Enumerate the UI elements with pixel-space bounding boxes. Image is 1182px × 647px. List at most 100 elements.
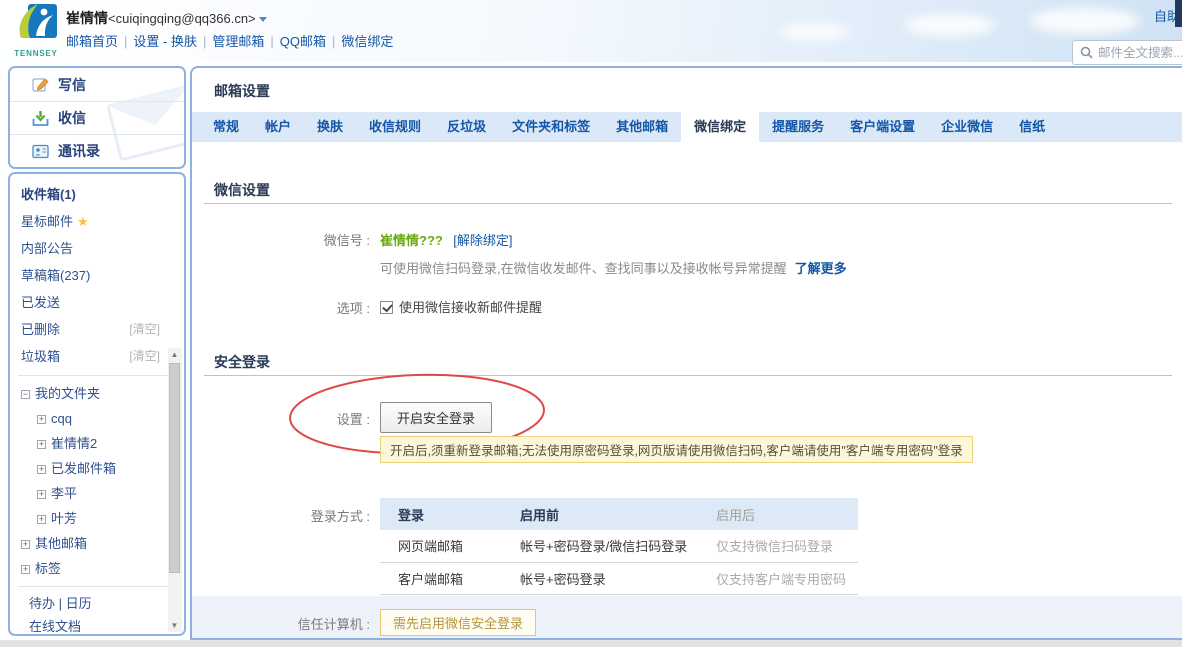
table-row: 客户端邮箱 帐号+密码登录 仅支持客户端专用密码 [380,562,858,594]
options-label: 选项 : [192,298,370,317]
expand-icon[interactable] [37,440,46,449]
nav-link-wechat-bind[interactable]: 微信绑定 [341,34,393,49]
settings-main-panel: 邮箱设置 常规 帐户 换肤 收信规则 反垃圾 文件夹和标签 其他邮箱 微信绑定 … [190,66,1182,640]
tab-folders-tags[interactable]: 文件夹和标签 [499,112,603,142]
receive-label: 收信 [58,108,86,128]
wechat-description: 可使用微信扫码登录,在微信收发邮件、查找同事以及接收帐号异常提醒 [380,261,787,276]
wechat-section-title: 微信设置 [214,180,270,200]
receive-mail-button[interactable]: 收信 [10,101,184,134]
contacts-label: 通讯录 [58,141,100,161]
trusted-computer-notice: 需先启用微信安全登录 [380,609,536,636]
app-todo-calendar[interactable]: 待办 | 日历 [10,592,184,615]
nav-link-settings-skin[interactable]: 设置 - 换肤 [133,34,197,49]
tab-skin[interactable]: 换肤 [304,112,356,142]
cloud-decoration [1030,8,1140,34]
tab-mail-rules[interactable]: 收信规则 [356,112,434,142]
tab-stationery[interactable]: 信纸 [1006,112,1058,142]
contacts-icon [32,143,49,160]
expand-icon[interactable] [37,415,46,424]
header-nav: 邮箱首页|设置 - 换肤|管理邮箱|QQ邮箱|微信绑定 [66,31,393,50]
search-input[interactable] [1098,46,1182,60]
tree-tags[interactable]: 标签 [10,556,184,581]
expand-icon[interactable] [21,540,30,549]
tree-my-folders[interactable]: 我的文件夹 [10,381,184,406]
receive-icon [32,110,49,127]
folder-drafts[interactable]: 草稿箱(237) [10,262,184,289]
contacts-button[interactable]: 通讯录 [10,134,184,167]
star-icon: ★ [77,214,89,229]
table-header-row: 登录 启用前 启用后 [380,498,858,530]
tree-folder-sent-box[interactable]: 已发邮件箱 [10,456,184,481]
sidebar-scrollbar[interactable]: ▲ ▼ [168,348,182,632]
enable-secure-login-button[interactable]: 开启安全登录 [380,402,492,433]
setting-label: 设置 : [192,409,370,428]
tab-enterprise-wechat[interactable]: 企业微信 [928,112,1006,142]
tab-client-settings[interactable]: 客户端设置 [837,112,928,142]
corner-panel-edge [1175,0,1182,27]
folder-deleted[interactable]: 已删除[清空] [10,316,184,343]
expand-icon[interactable] [37,515,46,524]
cloud-decoration [905,14,995,36]
nav-link-qq-mail[interactable]: QQ邮箱 [280,34,326,49]
compose-label: 写信 [58,75,86,95]
wechat-notify-checkbox[interactable] [380,301,393,314]
window-bottom-edge [0,640,1182,647]
expand-icon[interactable] [21,565,30,574]
mail-search-box[interactable] [1072,40,1182,65]
learn-more-link[interactable]: 了解更多 [795,261,847,276]
compose-mail-button[interactable]: 写信 [10,68,184,101]
wechat-id-value: 崔情情??? [380,233,443,248]
header-after-enable: 启用后 [698,498,858,530]
expand-icon[interactable] [37,490,46,499]
folder-list: 收件箱(1) 星标邮件★ 内部公告 草稿箱(237) 已发送 已删除[清空] 垃… [10,174,184,370]
top-header: TENNSEY 崔情情<cuiqingqing@qq366.cn> 邮箱首页|设… [0,0,1182,62]
nav-link-manage-mailbox[interactable]: 管理邮箱 [212,34,264,49]
sidebar-folders-panel: 收件箱(1) 星标邮件★ 内部公告 草稿箱(237) 已发送 已删除[清空] 垃… [8,172,186,636]
app-links: 待办 | 日历 在线文档 记事本 企业网盘 [10,592,184,636]
header-before-enable: 启用前 [502,498,698,530]
tree-folder-cqq[interactable]: cqq [10,406,184,431]
folder-tree: 我的文件夹 cqq 崔情情2 已发邮件箱 李平 叶芳 其他邮箱 标签 [10,381,184,581]
empty-junk-link[interactable]: [清空] [129,343,160,370]
cloud-decoration [780,24,850,40]
trusted-computer-label: 信任计算机 : [192,614,370,633]
tab-wechat-bind[interactable]: 微信绑定 [681,112,759,142]
collapse-icon[interactable] [21,390,30,399]
user-account-menu[interactable]: 崔情情<cuiqingqing@qq366.cn> [66,8,267,28]
expand-icon[interactable] [37,465,46,474]
table-row: 网页端邮箱 帐号+密码登录/微信扫码登录 仅支持微信扫码登录 [380,530,858,562]
settings-tabbar: 常规 帐户 换肤 收信规则 反垃圾 文件夹和标签 其他邮箱 微信绑定 提醒服务 … [192,112,1182,142]
scroll-thumb[interactable] [169,363,180,573]
section-divider [204,375,1172,376]
tab-antispam[interactable]: 反垃圾 [434,112,499,142]
tab-general[interactable]: 常规 [200,112,252,142]
tab-reminder-service[interactable]: 提醒服务 [759,112,837,142]
security-section-title: 安全登录 [214,352,270,372]
tree-other-mailboxes[interactable]: 其他邮箱 [10,531,184,556]
empty-deleted-link[interactable]: [清空] [129,316,160,343]
tab-account[interactable]: 帐户 [252,112,304,142]
company-logo: TENNSEY [10,3,62,59]
tree-folder-yefang[interactable]: 叶芳 [10,506,184,531]
scroll-down-arrow[interactable]: ▼ [168,619,181,632]
login-methods-table: 登录 启用前 启用后 网页端邮箱 帐号+密码登录/微信扫码登录 仅支持微信扫码登… [380,498,858,595]
tree-folder-cuiqingqing2[interactable]: 崔情情2 [10,431,184,456]
unbind-link[interactable]: [解除绑定] [453,233,512,248]
folder-sent[interactable]: 已发送 [10,289,184,316]
tab-other-mailboxes[interactable]: 其他邮箱 [603,112,681,142]
folder-internal-notice[interactable]: 内部公告 [10,235,184,262]
scroll-up-arrow[interactable]: ▲ [168,348,181,361]
divider [18,375,176,376]
folder-junk[interactable]: 垃圾箱[清空] [10,343,184,370]
chevron-down-icon [259,17,267,22]
folder-starred[interactable]: 星标邮件★ [10,208,184,235]
sidebar-actions-panel: 写信 收信 通讯录 [8,66,186,169]
app-online-docs[interactable]: 在线文档 [10,615,184,636]
folder-inbox[interactable]: 收件箱(1) [10,181,184,208]
header-login: 登录 [380,498,502,530]
secure-login-warning: 开启后,须重新登录邮箱;无法使用原密码登录,网页版请使用微信扫码,客户端请使用"… [380,436,973,463]
tree-folder-liping[interactable]: 李平 [10,481,184,506]
nav-link-mail-home[interactable]: 邮箱首页 [66,34,118,49]
compose-icon [32,76,49,93]
logo-icon [13,3,59,43]
